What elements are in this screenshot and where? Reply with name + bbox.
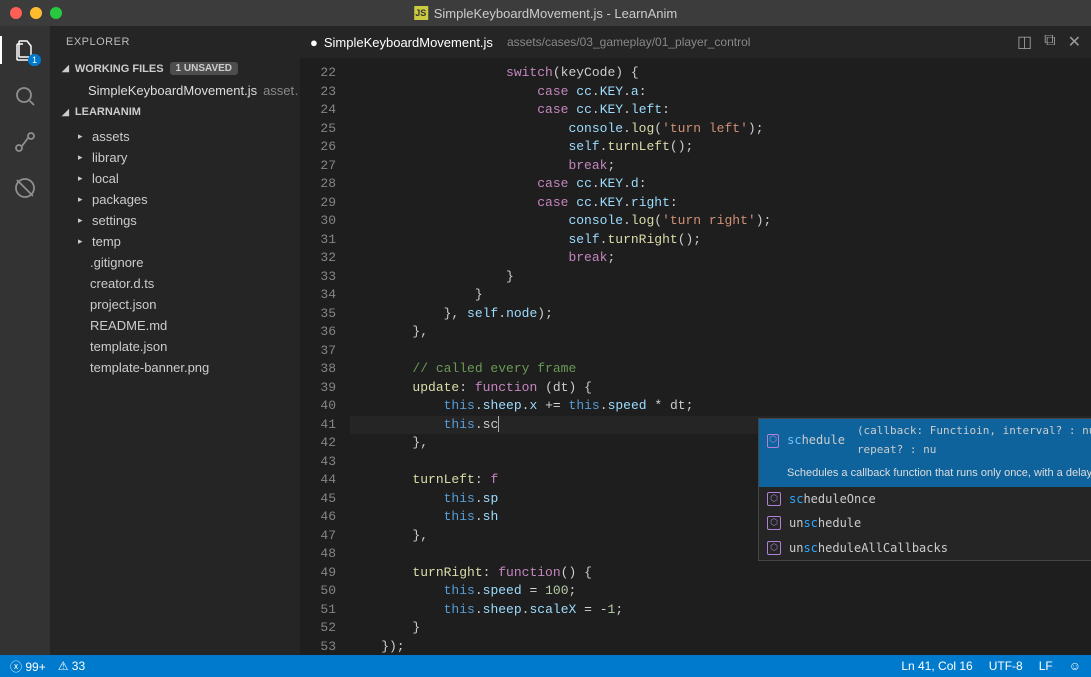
file-item[interactable]: README.md [50, 315, 300, 336]
suggest-documentation: Schedules a callback function that runs … [759, 462, 1091, 487]
chevron-down-icon: ◢ [62, 107, 69, 118]
activity-bar: 1 [0, 26, 50, 655]
folder-item[interactable]: ▸temp [50, 231, 300, 252]
folder-item[interactable]: ▸packages [50, 189, 300, 210]
js-file-icon: JS [414, 6, 428, 20]
close-window-button[interactable] [10, 7, 22, 19]
file-item[interactable]: template-banner.png [50, 357, 300, 378]
maximize-window-button[interactable] [50, 7, 62, 19]
open-to-side-button[interactable]: ⧉ [1044, 32, 1055, 52]
suggest-item[interactable]: ⬡unschedule [759, 511, 1091, 536]
code-editor[interactable]: 2223242526272829303132333435363738394041… [300, 58, 1091, 655]
code-lines[interactable]: switch(keyCode) { case cc.KEY.a: case cc… [350, 58, 1091, 655]
breadcrumb: assets/cases/03_gameplay/01_player_contr… [507, 35, 750, 49]
method-icon: ⬡ [767, 492, 781, 506]
suggest-item[interactable]: ⬡unscheduleAllCallbacks [759, 536, 1091, 561]
method-icon: ⬡ [767, 434, 779, 448]
feedback-icon[interactable]: ☺ [1069, 659, 1081, 673]
method-icon: ⬡ [767, 516, 781, 530]
minimize-window-button[interactable] [30, 7, 42, 19]
working-file-item[interactable]: SimpleKeyboardMovement.js asset… [50, 79, 300, 102]
chevron-right-icon: ▸ [78, 152, 86, 163]
chevron-right-icon: ▸ [78, 236, 86, 247]
debug-activity[interactable] [11, 174, 39, 202]
folder-item[interactable]: ▸settings [50, 210, 300, 231]
active-tab[interactable]: ● SimpleKeyboardMovement.js assets/cases… [310, 35, 750, 50]
cursor-position[interactable]: Ln 41, Col 16 [901, 659, 972, 673]
file-item[interactable]: template.json [50, 336, 300, 357]
explorer-sidebar: EXPLORER ◢ WORKING FILES 1 UNSAVED Simpl… [50, 26, 300, 655]
errors-status[interactable]: ⓧ 99+ [10, 658, 46, 675]
search-activity[interactable] [11, 82, 39, 110]
unsaved-badge: 1 UNSAVED [170, 62, 239, 75]
titlebar: JS SimpleKeyboardMovement.js - LearnAnim [0, 0, 1091, 26]
explorer-badge: 1 [28, 54, 41, 66]
chevron-right-icon: ▸ [78, 215, 86, 226]
project-section[interactable]: ◢ LEARNANIM [50, 102, 300, 122]
chevron-right-icon: ▸ [78, 194, 86, 205]
encoding-status[interactable]: UTF-8 [989, 659, 1023, 673]
file-item[interactable]: creator.d.ts [50, 273, 300, 294]
editor-tabs: ● SimpleKeyboardMovement.js assets/cases… [300, 26, 1091, 58]
intellisense-popup[interactable]: ⬡schedule(callback: Functioin, interval?… [758, 418, 1091, 561]
window-controls [10, 7, 62, 19]
status-bar: ⓧ 99+ ⚠ 33 Ln 41, Col 16 UTF-8 LF ☺ [0, 655, 1091, 677]
suggest-item[interactable]: ⬡scheduleOnce [759, 487, 1091, 512]
dirty-dot-icon: ● [310, 35, 318, 50]
folder-item[interactable]: ▸local [50, 168, 300, 189]
window-title: JS SimpleKeyboardMovement.js - LearnAnim [414, 6, 678, 21]
chevron-right-icon: ▸ [78, 173, 86, 184]
split-editor-button[interactable]: ◫ [1017, 32, 1032, 52]
editor-area: ● SimpleKeyboardMovement.js assets/cases… [300, 26, 1091, 655]
file-tree: ▸assets▸library▸local▸packages▸settings▸… [50, 122, 300, 382]
explorer-activity[interactable]: 1 [11, 36, 39, 64]
working-files-section[interactable]: ◢ WORKING FILES 1 UNSAVED [50, 58, 300, 79]
folder-item[interactable]: ▸library [50, 147, 300, 168]
warnings-status[interactable]: ⚠ 33 [58, 659, 85, 673]
file-item[interactable]: project.json [50, 294, 300, 315]
close-editor-button[interactable]: ✕ [1068, 32, 1081, 52]
eol-status[interactable]: LF [1039, 659, 1053, 673]
chevron-down-icon: ◢ [62, 63, 69, 74]
suggest-item[interactable]: ⬡schedule(callback: Functioin, interval?… [759, 419, 1091, 462]
sidebar-title: EXPLORER [50, 26, 300, 58]
folder-item[interactable]: ▸assets [50, 126, 300, 147]
method-icon: ⬡ [767, 541, 781, 555]
file-item[interactable]: .gitignore [50, 252, 300, 273]
chevron-right-icon: ▸ [78, 131, 86, 142]
line-numbers: 2223242526272829303132333435363738394041… [300, 58, 350, 655]
source-control-activity[interactable] [11, 128, 39, 156]
